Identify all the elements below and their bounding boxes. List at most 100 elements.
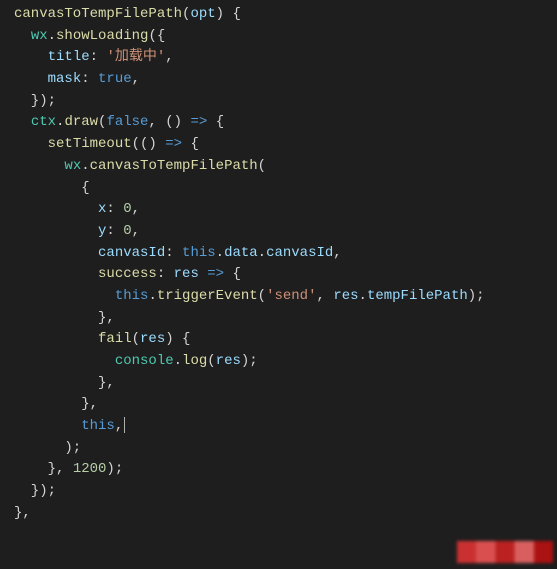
code-line[interactable]: ctx.draw(false, () => {	[14, 112, 557, 134]
code-line[interactable]: y: 0,	[14, 221, 557, 243]
code-token: res	[216, 353, 241, 369]
code-token: :	[81, 71, 98, 87]
code-token: },	[14, 461, 73, 477]
code-token	[14, 136, 48, 152]
code-token: .	[48, 28, 56, 44]
code-token: .	[258, 245, 266, 261]
code-token	[14, 201, 98, 217]
code-token: (	[258, 158, 266, 174]
code-token: '加载中'	[106, 49, 165, 65]
code-token: });	[14, 93, 56, 109]
code-token: title	[48, 49, 90, 65]
code-token: :	[106, 201, 123, 217]
code-token: showLoading	[56, 28, 148, 44]
code-token: );	[241, 353, 258, 369]
text-cursor	[124, 417, 125, 433]
code-token: ,	[132, 223, 140, 239]
code-token	[14, 71, 48, 87]
code-token: :	[90, 49, 107, 65]
code-token	[14, 331, 98, 347]
code-token	[14, 49, 48, 65]
code-token: ,	[165, 49, 173, 65]
code-line[interactable]: mask: true,	[14, 69, 557, 91]
code-token: false	[106, 114, 148, 130]
code-token: },	[14, 396, 98, 412]
code-token	[14, 245, 98, 261]
code-line[interactable]: });	[14, 91, 557, 113]
code-token: =>	[207, 266, 224, 282]
code-editor[interactable]: canvasToTempFilePath(opt) { wx.showLoadi…	[0, 0, 557, 529]
code-line[interactable]: wx.canvasToTempFilePath(	[14, 156, 557, 178]
code-line[interactable]: this,	[14, 416, 557, 438]
code-token: )	[216, 6, 224, 22]
code-token	[14, 114, 31, 130]
code-token	[14, 288, 115, 304]
code-token: });	[14, 483, 56, 499]
code-token: res	[333, 288, 358, 304]
code-token: log	[182, 353, 207, 369]
code-token: setTimeout	[48, 136, 132, 152]
code-line[interactable]: }, 1200);	[14, 459, 557, 481]
code-line[interactable]: },	[14, 394, 557, 416]
code-token: canvasId	[266, 245, 333, 261]
code-token: opt	[190, 6, 215, 22]
code-token: :	[165, 245, 182, 261]
code-line[interactable]: canvasId: this.data.canvasId,	[14, 243, 557, 265]
code-line[interactable]: wx.showLoading({	[14, 26, 557, 48]
code-token	[14, 223, 98, 239]
code-line[interactable]: console.log(res);	[14, 351, 557, 373]
code-token: this	[182, 245, 216, 261]
code-token: , ()	[148, 114, 190, 130]
code-token: :	[157, 266, 174, 282]
code-token: triggerEvent	[157, 288, 258, 304]
code-token: .	[81, 158, 89, 174]
code-token: success	[98, 266, 157, 282]
code-line[interactable]: title: '加载中',	[14, 47, 557, 69]
code-token: ,	[132, 201, 140, 217]
code-line[interactable]: {	[14, 178, 557, 200]
code-token: 0	[123, 223, 131, 239]
code-line[interactable]: fail(res) {	[14, 329, 557, 351]
code-token: .	[359, 288, 367, 304]
code-token: this	[81, 418, 115, 434]
code-token: .	[216, 245, 224, 261]
code-token: ,	[115, 418, 123, 434]
code-line[interactable]: setTimeout(() => {	[14, 134, 557, 156]
code-token: =>	[190, 114, 207, 130]
code-line[interactable]: x: 0,	[14, 199, 557, 221]
code-token: res	[174, 266, 199, 282]
watermark-smudge	[457, 541, 553, 563]
code-line[interactable]: success: res => {	[14, 264, 557, 286]
code-line[interactable]: },	[14, 308, 557, 330]
code-token: (	[132, 331, 140, 347]
code-token: wx	[64, 158, 81, 174]
code-line[interactable]: },	[14, 373, 557, 395]
code-token: true	[98, 71, 132, 87]
code-token: draw	[64, 114, 98, 130]
code-token: this	[115, 288, 149, 304]
code-token: tempFilePath	[367, 288, 468, 304]
code-token	[14, 266, 98, 282]
code-token: {	[207, 114, 224, 130]
code-token: canvasToTempFilePath	[14, 6, 182, 22]
code-token: {	[224, 6, 241, 22]
code-token: ,	[317, 288, 334, 304]
code-token: =>	[165, 136, 182, 152]
code-token: 'send'	[266, 288, 316, 304]
code-line[interactable]: );	[14, 438, 557, 460]
code-token	[14, 158, 64, 174]
code-token	[199, 266, 207, 282]
code-token: wx	[31, 28, 48, 44]
code-content[interactable]: canvasToTempFilePath(opt) { wx.showLoadi…	[14, 4, 557, 525]
code-token: data	[224, 245, 258, 261]
code-token: mask	[48, 71, 82, 87]
code-token: },	[14, 310, 115, 326]
code-line[interactable]: canvasToTempFilePath(opt) {	[14, 4, 557, 26]
code-token: ({	[148, 28, 165, 44]
code-line[interactable]: this.triggerEvent('send', res.tempFilePa…	[14, 286, 557, 308]
code-line[interactable]: });	[14, 481, 557, 503]
code-token: .	[174, 353, 182, 369]
code-token: );	[14, 440, 81, 456]
code-token: (	[207, 353, 215, 369]
code-line[interactable]: },	[14, 503, 557, 525]
